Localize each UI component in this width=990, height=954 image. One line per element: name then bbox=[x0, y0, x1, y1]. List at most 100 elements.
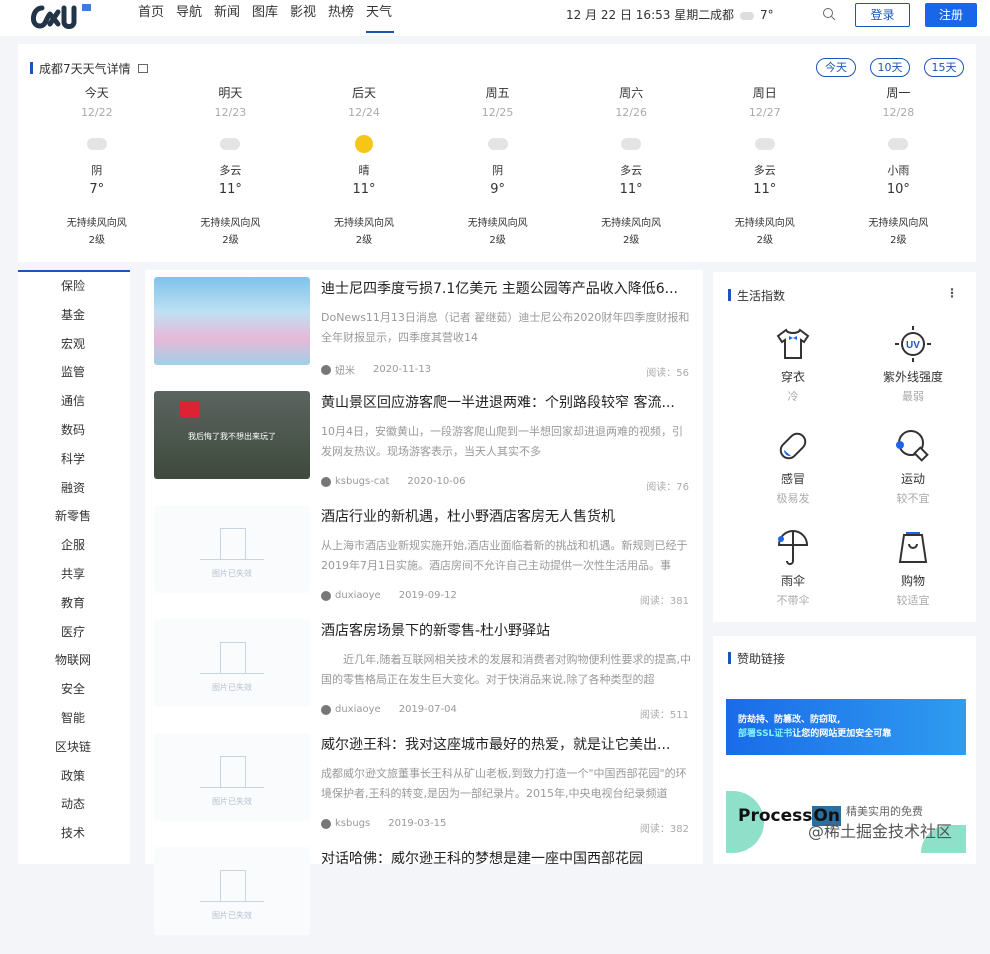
rain-shape bbox=[888, 138, 909, 150]
author-avatar[interactable] bbox=[321, 818, 331, 829]
forecast-day[interactable]: 后天 12/24 晴 11° 无持续风向风 2级 bbox=[297, 84, 431, 247]
login-button[interactable]: 登录 bbox=[855, 3, 910, 27]
more-icon[interactable]: ⋮ bbox=[946, 286, 958, 300]
missing-image-placeholder[interactable]: 图片已失效 bbox=[154, 619, 310, 707]
city-name: 成都 bbox=[710, 8, 735, 22]
category-item[interactable]: 融资 bbox=[18, 474, 128, 503]
day-condition: 多云 bbox=[753, 164, 776, 177]
range-15days[interactable]: 15天 bbox=[924, 58, 964, 77]
category-item[interactable]: 通信 bbox=[18, 387, 128, 416]
ad-ssl: 部署SSL证书 bbox=[738, 729, 793, 739]
nav-video[interactable]: 影视 bbox=[290, 0, 323, 36]
nav-news[interactable]: 新闻 bbox=[214, 0, 247, 36]
author-avatar[interactable] bbox=[321, 476, 331, 487]
article-author[interactable]: ksbugs bbox=[335, 818, 370, 829]
forecast-day[interactable]: 今天 12/22 阴 7° 无持续风向风 2级 bbox=[30, 84, 164, 247]
category-item[interactable]: 保险 bbox=[18, 272, 128, 301]
article-thumbnail[interactable]: 我后悔了我不想出来玩了 bbox=[154, 391, 310, 479]
range-today[interactable]: 今天 bbox=[816, 58, 856, 77]
category-item[interactable]: 智能 bbox=[18, 704, 128, 733]
article-item[interactable]: 图片已失效 对话哈佛：威尔逊王科的梦想是建一座中国西部花园 bbox=[154, 840, 694, 954]
category-item[interactable]: 科学 bbox=[18, 445, 128, 474]
category-item[interactable]: 基金 bbox=[18, 301, 128, 330]
category-item[interactable]: 教育 bbox=[18, 589, 128, 618]
forecast-day[interactable]: 周日 12/27 多云 11° 无持续风向风 2级 bbox=[698, 84, 832, 247]
category-item[interactable]: 企服 bbox=[18, 531, 128, 560]
forecast-day[interactable]: 周五 12/25 阴 9° 无持续风向风 2级 bbox=[431, 84, 565, 247]
article-read-count: 阅读：382 bbox=[639, 824, 689, 835]
author-avatar[interactable] bbox=[321, 364, 331, 375]
missing-image-placeholder[interactable]: 图片已失效 bbox=[154, 733, 310, 821]
forecast-day[interactable]: 周一 12/28 小雨 10° 无持续风向风 2级 bbox=[832, 84, 966, 247]
article-title[interactable]: 对话哈佛：威尔逊王科的梦想是建一座中国西部花园 bbox=[321, 848, 691, 868]
category-item[interactable]: 区块链 bbox=[18, 733, 128, 762]
datetime: 12 月 22 日 16:53 星期二 bbox=[566, 8, 711, 22]
article-item[interactable]: 图片已失效 酒店客房场景下的新零售-杜小野驿站 近几年,随着互联网相关技术的发展和… bbox=[154, 612, 694, 726]
article-title[interactable]: 酒店客房场景下的新零售-杜小野驿站 bbox=[321, 620, 691, 640]
article-author[interactable]: duxiaoye bbox=[335, 590, 381, 601]
day-wind: 无持续风向风 bbox=[66, 218, 127, 229]
day-name: 周五 bbox=[485, 86, 510, 100]
day-wind: 无持续风向风 bbox=[200, 218, 261, 229]
site-logo[interactable] bbox=[28, 2, 98, 32]
article-title[interactable]: 黄山景区回应游客爬一半进退两难：个别路段较窄 客流... bbox=[321, 392, 691, 412]
article-author[interactable]: duxiaoye bbox=[335, 704, 381, 715]
nav-weather[interactable]: 天气 bbox=[366, 0, 399, 36]
article-item[interactable]: 图片已失效 酒店行业的新机遇，杜小野酒店客房无人售货机 从上海市酒店业新规实施开始,… bbox=[154, 498, 694, 612]
cloud-icon bbox=[431, 128, 565, 160]
article-item[interactable]: 迪士尼四季度亏损7.1亿美元 主题公园等产品收入降低6... DoNews11月1… bbox=[154, 270, 694, 384]
article-item[interactable]: 我后悔了我不想出来玩了 黄山景区回应游客爬一半进退两难：个别路段较窄 客流... 1… bbox=[154, 384, 694, 498]
range-10days[interactable]: 10天 bbox=[870, 58, 910, 77]
cloud-icon bbox=[698, 128, 832, 160]
article-title[interactable]: 威尔逊王科：我对这座城市最好的热爱，就是让它美出... bbox=[321, 734, 691, 754]
category-item[interactable]: 动态 bbox=[18, 790, 128, 819]
article-title[interactable]: 迪士尼四季度亏损7.1亿美元 主题公园等产品收入降低6... bbox=[321, 278, 691, 298]
sun-icon bbox=[297, 128, 431, 160]
calendar-icon[interactable] bbox=[138, 64, 149, 73]
search-icon[interactable] bbox=[822, 7, 836, 21]
life-index-item[interactable]: UV 紫外线强度 最弱 bbox=[853, 324, 973, 414]
category-item[interactable]: 技术 bbox=[18, 819, 128, 848]
ssl-ad-banner[interactable]: 防劫持、防篡改、防窃取, 部署SSL证书让您的网站更加安全可靠 bbox=[726, 699, 966, 755]
cloud-icon bbox=[564, 128, 698, 160]
category-item[interactable]: 监管 bbox=[18, 358, 128, 387]
category-item[interactable]: 数码 bbox=[18, 416, 128, 445]
city-weather[interactable]: 成都 7° bbox=[710, 6, 774, 23]
life-index-item[interactable]: 穿衣冷 bbox=[733, 324, 853, 414]
category-item[interactable]: 新零售 bbox=[18, 502, 128, 531]
author-avatar[interactable] bbox=[321, 704, 331, 715]
article-thumbnail[interactable] bbox=[154, 277, 310, 365]
life-index-item[interactable]: 运动 较不宜 bbox=[853, 426, 973, 516]
category-item[interactable]: 宏观 bbox=[18, 330, 128, 359]
watermark: @稀土掘金技术社区 bbox=[808, 822, 953, 841]
life-index-name: 运动 bbox=[900, 472, 925, 486]
article-title[interactable]: 酒店行业的新机遇，杜小野酒店客房无人售货机 bbox=[321, 506, 691, 526]
article-meta: ksbugs 2019-03-15 bbox=[321, 818, 446, 829]
category-item[interactable]: 共享 bbox=[18, 560, 128, 589]
forecast-day[interactable]: 明天 12/23 多云 11° 无持续风向风 2级 bbox=[164, 84, 298, 247]
author-avatar[interactable] bbox=[321, 590, 331, 601]
day-condition: 阴 bbox=[91, 164, 103, 177]
life-index-item[interactable]: 雨伞 不带伞 bbox=[733, 528, 853, 618]
nav-home[interactable]: 首页 bbox=[138, 0, 171, 36]
register-button[interactable]: 注册 bbox=[925, 3, 977, 27]
nav-guide[interactable]: 导航 bbox=[176, 0, 209, 36]
uv-icon: UV bbox=[853, 324, 973, 364]
category-item[interactable]: 物联网 bbox=[18, 646, 128, 675]
life-index-item[interactable]: 感冒 极易发 bbox=[733, 426, 853, 516]
category-item[interactable]: 安全 bbox=[18, 675, 128, 704]
article-date: 2019-07-04 bbox=[398, 704, 457, 715]
nav-gallery[interactable]: 图库 bbox=[252, 0, 285, 36]
category-item[interactable]: 政策 bbox=[18, 762, 128, 791]
video-caption: 我后悔了我不想出来玩了 bbox=[188, 432, 276, 441]
day-date: 12/24 bbox=[348, 106, 380, 119]
article-author[interactable]: 妞米 bbox=[335, 362, 355, 377]
missing-image-placeholder[interactable]: 图片已失效 bbox=[154, 505, 310, 593]
life-index-item[interactable]: 购物 较适宜 bbox=[853, 528, 973, 618]
nav-hot[interactable]: 热榜 bbox=[328, 0, 361, 36]
article-author[interactable]: ksbugs-cat bbox=[335, 476, 389, 487]
missing-image-placeholder[interactable]: 图片已失效 bbox=[154, 847, 310, 935]
forecast-day[interactable]: 周六 12/26 多云 11° 无持续风向风 2级 bbox=[564, 84, 698, 247]
category-item[interactable]: 医疗 bbox=[18, 618, 128, 647]
article-item[interactable]: 图片已失效 威尔逊王科：我对这座城市最好的热爱，就是让它美出... 成都威尔逊文旅董… bbox=[154, 726, 694, 840]
